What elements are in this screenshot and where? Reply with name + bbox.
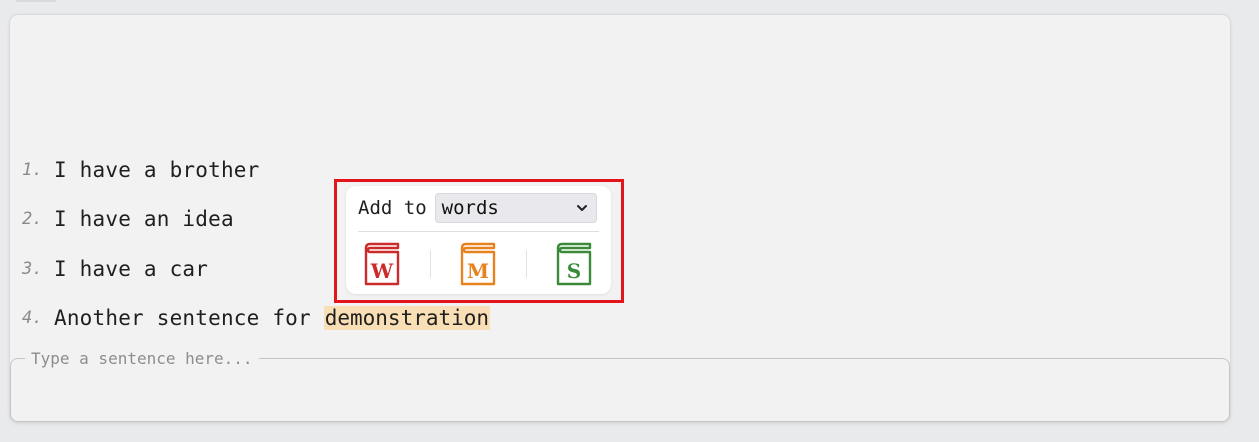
list-select-value: words: [441, 197, 499, 219]
popup-divider: [358, 231, 599, 232]
sentence-text: I have a car: [54, 257, 209, 281]
chevron-down-icon: [576, 205, 587, 211]
dictionary-s-button[interactable]: S: [554, 242, 594, 286]
add-to-row: Add to words: [358, 193, 597, 223]
dictionary-w-button[interactable]: W: [362, 242, 402, 286]
highlighted-word[interactable]: demonstration: [323, 306, 491, 330]
book-letter: S: [567, 259, 581, 283]
sentence-number: 3.: [22, 259, 43, 279]
sentence-text: I have an idea: [54, 207, 234, 231]
add-to-label: Add to: [358, 197, 427, 219]
sentence-text: Another sentence for: [54, 306, 324, 330]
dictionary-m-button[interactable]: M: [458, 242, 498, 286]
sentence-input[interactable]: [23, 373, 1217, 415]
sentence-input-placeholder: Type a sentence here...: [25, 349, 259, 369]
sentence-text: I have a brother: [54, 158, 260, 182]
book-letter: W: [370, 259, 394, 283]
list-select[interactable]: words: [434, 193, 597, 223]
add-to-popup: Add to words W M S: [346, 186, 611, 294]
book-w-icon: W: [364, 242, 400, 286]
icon-separator: [526, 250, 527, 278]
sentence-number: 2.: [22, 209, 43, 229]
sentence-input-box: Type a sentence here...: [10, 349, 1230, 422]
top-tab-stub: [16, 0, 56, 2]
icon-separator: [430, 250, 431, 278]
sentence-number: 4.: [22, 308, 43, 328]
sentence-item-4: 4. Another sentence for demonstration: [22, 304, 491, 332]
book-m-icon: M: [460, 242, 496, 286]
sentence-item-3: 3. I have a car: [22, 255, 208, 283]
sentence-item-2: 2. I have an idea: [22, 205, 234, 233]
sentence-item-1: 1. I have a brother: [22, 156, 260, 184]
book-s-icon: S: [556, 242, 592, 286]
book-letter: M: [467, 259, 489, 283]
sentence-number: 1.: [22, 160, 43, 180]
